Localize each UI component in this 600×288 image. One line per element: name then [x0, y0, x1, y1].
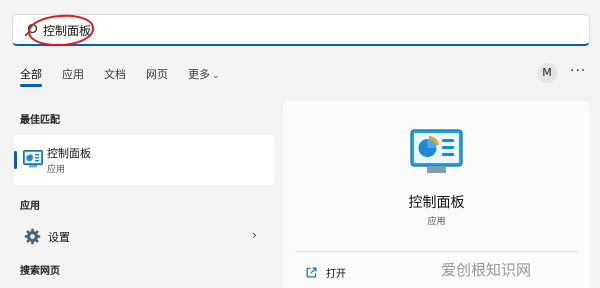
- app-result-label: 设置: [48, 231, 70, 244]
- open-external-icon: [306, 267, 317, 278]
- control-panel-icon: [410, 129, 463, 173]
- chevron-down-icon: ⌄: [212, 71, 220, 81]
- more-options-button[interactable]: ···: [570, 63, 586, 79]
- search-bar[interactable]: [12, 14, 590, 46]
- watermark: 爱创根知识网: [441, 261, 532, 279]
- app-result-settings[interactable]: 设置 ›: [14, 222, 274, 250]
- avatar[interactable]: M: [537, 63, 557, 83]
- chevron-right-icon[interactable]: ›: [252, 228, 257, 242]
- tab-label: 网页: [146, 68, 168, 81]
- tab-label: 更多: [188, 68, 210, 81]
- tab-active-indicator: [20, 84, 42, 87]
- tab-web[interactable]: 网页: [146, 66, 168, 82]
- apps-heading: 应用: [20, 201, 40, 212]
- avatar-initial: M: [542, 66, 552, 79]
- tab-apps[interactable]: 应用: [62, 66, 84, 82]
- tab-label: 应用: [62, 68, 84, 81]
- search-icon: [24, 23, 38, 37]
- tab-label: 全部: [20, 68, 42, 81]
- best-match-heading: 最佳匹配: [20, 115, 60, 126]
- more-options-icon: ···: [570, 63, 587, 79]
- best-match-result[interactable]: 控制面板 应用: [14, 135, 274, 185]
- tab-all[interactable]: 全部: [20, 66, 42, 87]
- result-subtitle: 应用: [47, 165, 66, 175]
- divider: [295, 251, 578, 252]
- details-pane: 控制面板 应用 打开: [283, 101, 590, 288]
- search-input[interactable]: [43, 20, 563, 40]
- tab-label: 文档: [104, 68, 126, 81]
- open-action-button[interactable]: 打开: [326, 265, 346, 280]
- details-subtitle: 应用: [427, 217, 446, 227]
- control-panel-icon: [23, 150, 43, 168]
- tab-more[interactable]: 更多 ⌄: [188, 66, 220, 82]
- gear-icon: [24, 228, 41, 245]
- selection-indicator: [14, 151, 17, 169]
- details-title: 控制面板: [408, 195, 465, 211]
- result-title: 控制面板: [47, 147, 91, 160]
- web-search-heading: 搜索网页: [20, 266, 60, 277]
- tab-documents[interactable]: 文档: [104, 66, 126, 82]
